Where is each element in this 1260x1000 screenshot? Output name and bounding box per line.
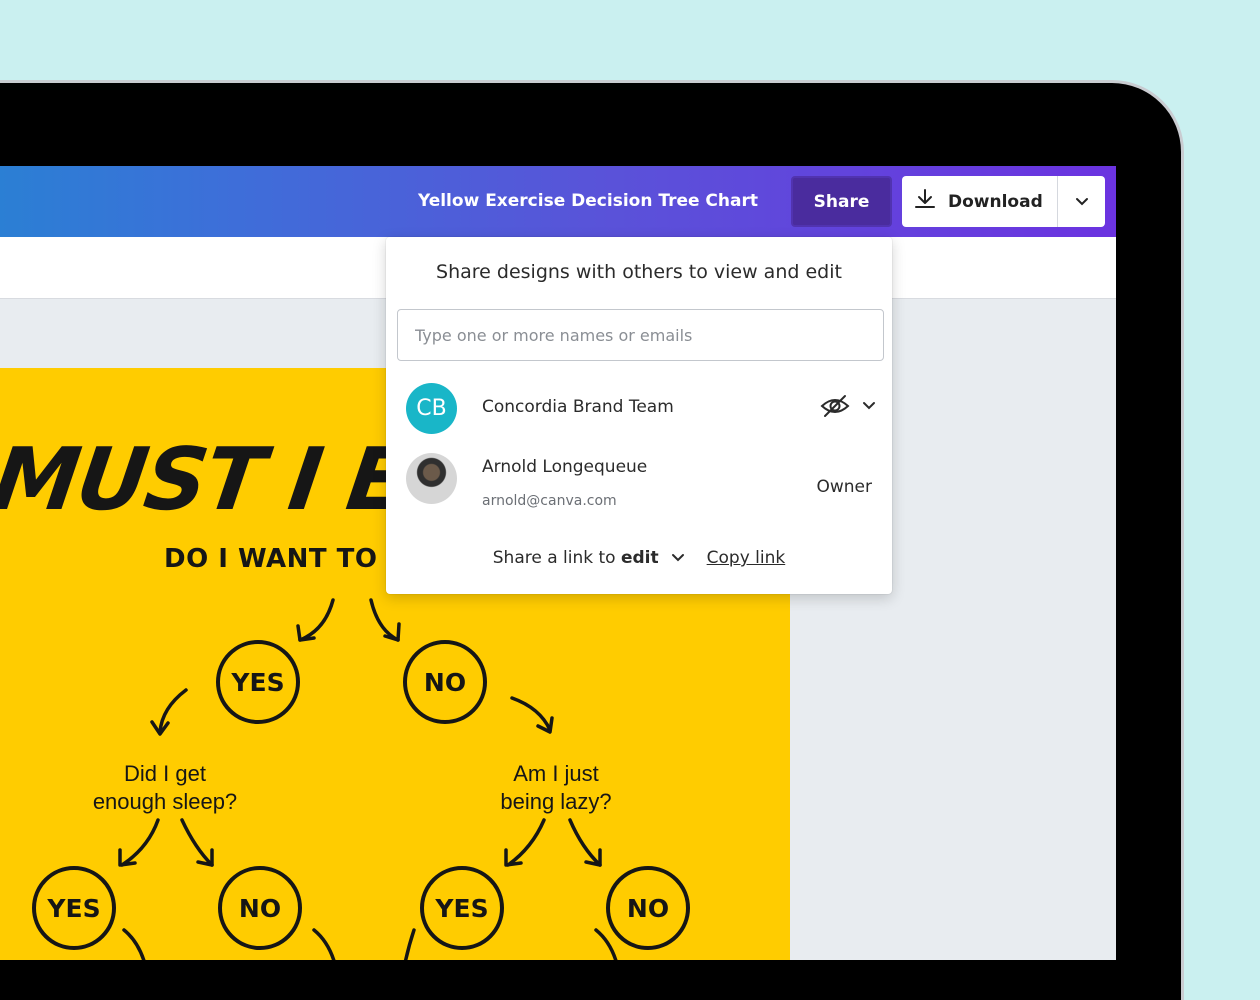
chevron-down-icon — [671, 554, 684, 562]
member-row: Arnold Longequeue arnold@canva.com Owner — [406, 453, 876, 509]
question-right: Am I just being lazy? — [500, 761, 612, 814]
member-name: Concordia Brand Team — [482, 397, 674, 417]
download-label: Download — [948, 191, 1043, 212]
arrow-right-down — [510, 696, 552, 732]
node-yes: YES — [32, 866, 116, 950]
member-email: arnold@canva.com — [482, 493, 617, 509]
chevron-down-icon — [1075, 197, 1088, 205]
arrow-ll — [120, 818, 160, 867]
share-link-footer: Share a link to edit Copy link — [386, 548, 892, 568]
member-role: Owner — [816, 477, 872, 497]
node-yes: YES — [420, 866, 504, 950]
node-yes: YES — [216, 640, 300, 724]
share-popover: Share designs with others to view and ed… — [386, 237, 892, 594]
link-mode: edit — [620, 548, 659, 568]
member-row: CB Concordia Brand Team — [406, 383, 876, 435]
node-no: NO — [403, 640, 487, 724]
avatar — [406, 453, 457, 504]
member-name: Arnold Longequeue — [482, 457, 648, 477]
arrow-rr — [568, 818, 602, 867]
download-button[interactable]: Download — [902, 176, 1057, 227]
copy-link-button[interactable]: Copy link — [707, 548, 786, 568]
arrow-lr — [180, 818, 214, 867]
top-bar: Yellow Exercise Decision Tree Chart Shar… — [0, 166, 1116, 237]
link-permission-dropdown[interactable]: Share a link to edit — [493, 548, 685, 568]
arrow-rl — [506, 818, 546, 867]
eye-slash-icon — [820, 395, 850, 417]
arrow-to-no — [369, 598, 400, 642]
chevron-down-icon — [863, 402, 875, 410]
node-no: NO — [606, 866, 690, 950]
avatar: CB — [406, 383, 457, 434]
download-icon — [914, 188, 936, 215]
document-title[interactable]: Yellow Exercise Decision Tree Chart — [418, 191, 758, 211]
question-left: Did I get enough sleep? — [92, 761, 238, 814]
node-no: NO — [218, 866, 302, 950]
share-heading: Share designs with others to view and ed… — [436, 261, 842, 283]
share-email-input[interactable] — [397, 309, 884, 361]
permission-dropdown[interactable] — [820, 393, 876, 419]
download-options-button[interactable] — [1057, 176, 1105, 227]
share-button[interactable]: Share — [791, 176, 892, 227]
arrow-to-yes — [298, 598, 335, 642]
link-prefix: Share a link to — [492, 548, 621, 568]
